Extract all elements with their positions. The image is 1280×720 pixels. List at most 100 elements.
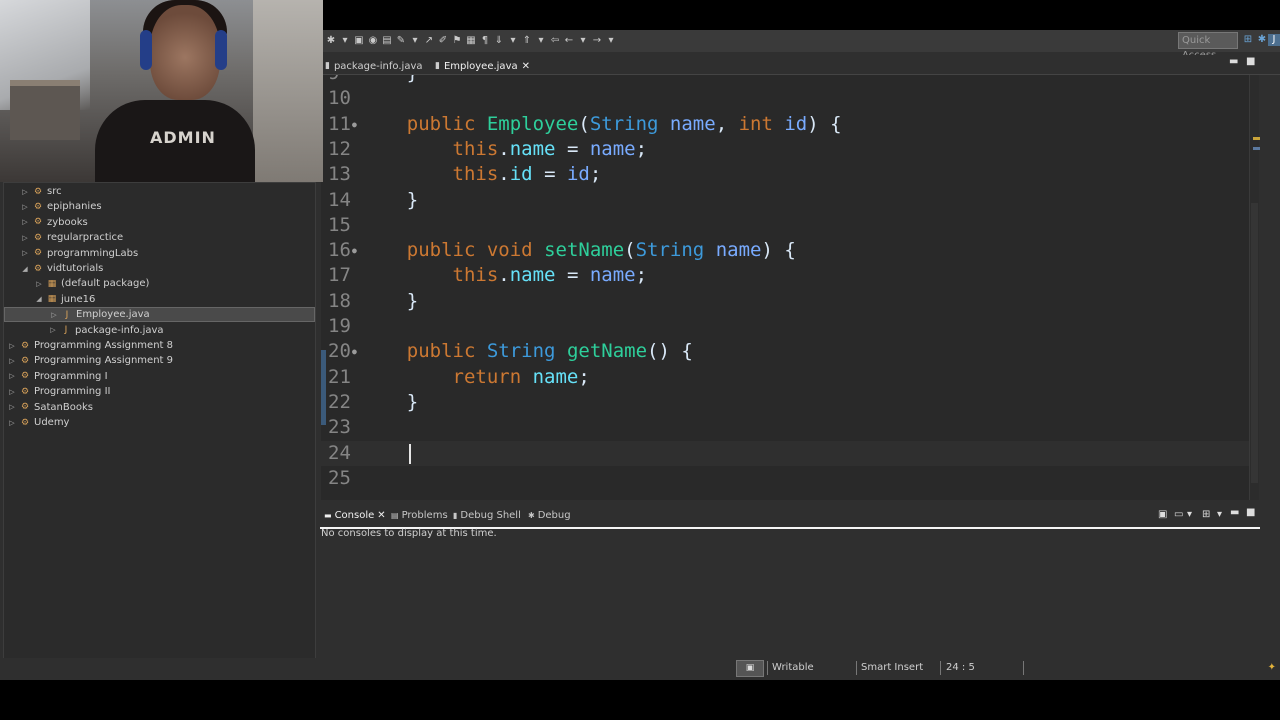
code-line[interactable]: 25 <box>321 466 1259 491</box>
expand-arrow-icon[interactable]: ▷ <box>8 419 16 427</box>
expand-arrow-icon[interactable]: ▷ <box>8 357 16 365</box>
prev-annotation-icon[interactable]: ⇑ <box>521 35 533 47</box>
expand-arrow-icon[interactable]: ▷ <box>35 280 43 288</box>
occurrence-marker[interactable] <box>1253 147 1260 150</box>
close-icon[interactable]: ✕ <box>522 61 530 72</box>
code-line[interactable]: 18 } <box>321 289 1259 314</box>
expand-arrow-icon[interactable]: ▷ <box>8 342 16 350</box>
code-line[interactable]: 23 <box>321 415 1259 440</box>
expand-arrow-icon[interactable]: ▷ <box>21 188 29 196</box>
collapse-arrow-icon[interactable]: ◢ <box>21 265 29 273</box>
code-line[interactable]: 12 this.name = name; <box>321 137 1259 162</box>
dropdown-icon[interactable]: ▾ <box>577 35 589 47</box>
code-line[interactable]: 10 <box>321 86 1259 111</box>
close-icon[interactable]: ✕ <box>377 510 385 521</box>
tab-employee[interactable]: ▮ Employee.java ✕ <box>435 58 530 74</box>
tree-item[interactable]: ▷ ⚙ Programming Assignment 8 <box>8 338 173 353</box>
code-line[interactable]: 21 return name; <box>321 365 1259 390</box>
code-line[interactable]: 13 this.id = id; <box>321 162 1259 187</box>
tree-item[interactable]: ▷ ⚙ Programming Assignment 9 <box>8 353 173 368</box>
debug-perspective-icon[interactable]: ✱ <box>1256 34 1268 46</box>
tab-debug[interactable]: ✱ Debug <box>528 510 571 521</box>
tree-item[interactable]: ◢ ⚙ vidtutorials <box>21 261 103 276</box>
dropdown-icon[interactable]: ▾ <box>605 35 617 47</box>
tab-package-info[interactable]: ▮ package-info.java <box>325 58 423 74</box>
status-icon[interactable]: ▣ <box>736 660 764 677</box>
open-perspective-icon[interactable]: ⊞ <box>1242 34 1254 46</box>
fold-icon[interactable]: ● <box>352 238 357 263</box>
fold-icon[interactable]: ● <box>352 339 357 364</box>
annotation-icon[interactable]: ⚑ <box>451 35 463 47</box>
expand-arrow-icon[interactable]: ▷ <box>8 372 16 380</box>
tab-problems[interactable]: ▤ Problems <box>391 510 448 521</box>
code-line[interactable]: 15 <box>321 213 1259 238</box>
tab-debug-shell[interactable]: ▮ Debug Shell <box>453 510 521 521</box>
tree-item[interactable]: ▷ ⚙ regularpractice <box>21 230 123 245</box>
tree-item[interactable]: ▷ J Employee.java <box>4 307 315 323</box>
collapse-arrow-icon[interactable]: ◢ <box>35 295 43 303</box>
expand-arrow-icon[interactable]: ▷ <box>21 218 29 226</box>
code-line[interactable]: 24 <box>321 440 1259 466</box>
expand-arrow-icon[interactable]: ▷ <box>8 388 16 396</box>
debug-icon[interactable]: ✱ <box>325 35 337 47</box>
pencil-icon[interactable]: ✐ <box>437 35 449 47</box>
tree-item[interactable]: ▷ ▦ (default package) <box>35 276 149 291</box>
block-selection-icon[interactable]: ▦ <box>465 35 477 47</box>
dropdown-icon[interactable]: ▾ <box>1187 509 1192 520</box>
dropdown-icon[interactable]: ▾ <box>409 35 421 47</box>
toggle-mark-icon[interactable]: ↗ <box>423 35 435 47</box>
forward-arrow-icon[interactable]: → <box>591 35 603 47</box>
expand-arrow-icon[interactable]: ▷ <box>50 311 58 319</box>
tip-icon[interactable]: ✦ <box>1268 662 1276 673</box>
open-console-icon[interactable]: ⊞ <box>1202 509 1210 520</box>
pen-icon[interactable]: ✎ <box>395 35 407 47</box>
minimize-icon[interactable]: ▬ <box>1229 56 1238 67</box>
next-annotation-icon[interactable]: ⇓ <box>493 35 505 47</box>
tree-item[interactable]: ◢ ▦ june16 <box>35 292 95 307</box>
dropdown-icon[interactable]: ▾ <box>535 35 547 47</box>
maximize-icon[interactable]: ■ <box>1246 507 1255 518</box>
back-arrow-icon[interactable]: ← <box>563 35 575 47</box>
dropdown-icon[interactable]: ▾ <box>1217 509 1222 520</box>
new-class-icon[interactable]: ◉ <box>367 35 379 47</box>
java-perspective-icon[interactable]: J <box>1268 34 1280 46</box>
code-line[interactable]: 14 } <box>321 188 1259 213</box>
tree-item[interactable]: ▷ ⚙ SatanBooks <box>8 400 93 415</box>
dropdown-icon[interactable]: ▾ <box>507 35 519 47</box>
display-console-icon[interactable]: ▭ <box>1174 509 1183 520</box>
fold-icon[interactable]: ● <box>352 112 357 137</box>
code-token: ; <box>635 137 648 160</box>
expand-arrow-icon[interactable]: ▷ <box>21 249 29 257</box>
tree-item[interactable]: ▷ ⚙ Programming II <box>8 384 110 399</box>
new-package-icon[interactable]: ▣ <box>353 35 365 47</box>
code-line[interactable]: 20 ● public String getName() { <box>321 339 1259 364</box>
code-line[interactable]: 16 ● public void setName(String name) { <box>321 238 1259 263</box>
code-line[interactable]: 17 this.name = name; <box>321 263 1259 288</box>
maximize-icon[interactable]: ■ <box>1246 56 1255 67</box>
code-line[interactable]: 22 } <box>321 390 1259 415</box>
expand-arrow-icon[interactable]: ▷ <box>21 203 29 211</box>
back-icon[interactable]: ⇦ <box>549 35 561 47</box>
code-line[interactable]: 9 } <box>321 75 1259 86</box>
tree-item[interactable]: ▷ ⚙ src <box>21 184 61 199</box>
expand-arrow-icon[interactable]: ▷ <box>8 403 16 411</box>
tab-console[interactable]: ▬ Console ✕ <box>324 510 386 521</box>
show-whitespace-icon[interactable]: ¶ <box>479 35 491 47</box>
code-line[interactable]: 11 ● public Employee(String name, int id)… <box>321 112 1259 137</box>
dropdown-icon[interactable]: ▾ <box>339 35 351 47</box>
tree-item[interactable]: ▷ ⚙ Udemy <box>8 415 69 430</box>
tree-item[interactable]: ▷ ⚙ epiphanies <box>21 199 101 214</box>
tree-item[interactable]: ▷ Jpackage-info.java <box>49 323 163 338</box>
tree-item[interactable]: ▷ ⚙ Programming I <box>8 369 107 384</box>
tree-item[interactable]: ▷ ⚙ programmingLabs <box>21 246 138 261</box>
warning-marker[interactable] <box>1253 137 1260 140</box>
open-type-icon[interactable]: ▤ <box>381 35 393 47</box>
quick-access-input[interactable]: Quick Access <box>1178 32 1238 61</box>
minimize-icon[interactable]: ▬ <box>1230 507 1239 518</box>
tree-item[interactable]: ▷ ⚙ zybooks <box>21 215 87 230</box>
code-editor[interactable]: 9 }1011● public Employee(String name, in… <box>321 75 1259 500</box>
pin-console-icon[interactable]: ▣ <box>1158 509 1167 520</box>
expand-arrow-icon[interactable]: ▷ <box>21 234 29 242</box>
expand-arrow-icon[interactable]: ▷ <box>49 326 57 334</box>
code-line[interactable]: 19 <box>321 314 1259 339</box>
